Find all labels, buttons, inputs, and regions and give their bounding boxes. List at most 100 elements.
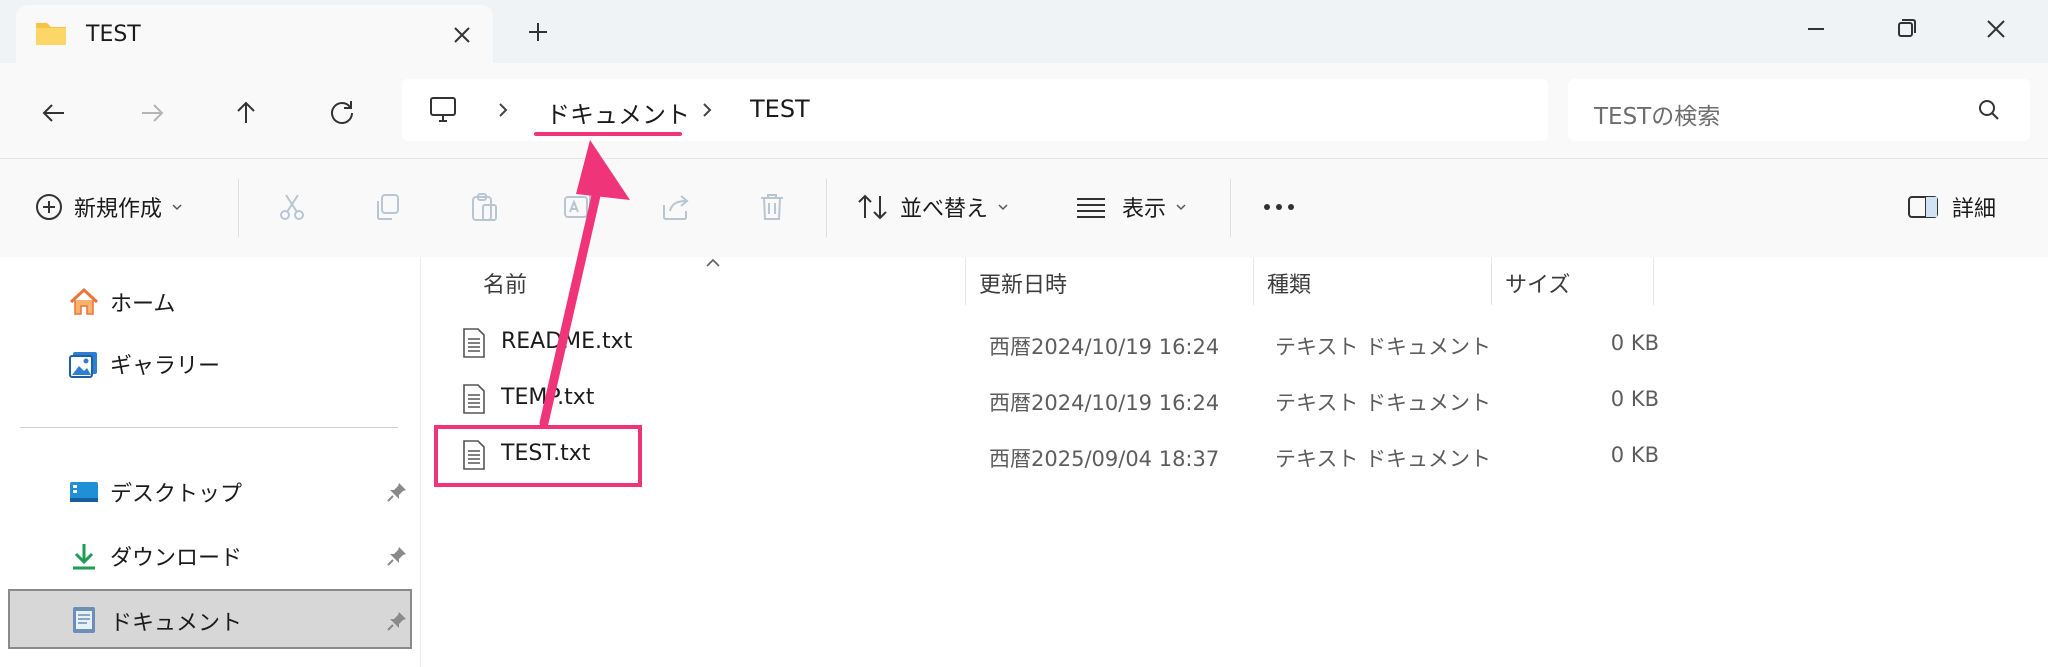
file-size: 0 KB xyxy=(1610,387,1659,411)
close-tab-button[interactable] xyxy=(444,17,480,53)
sidebar-item-label: デスクトップ xyxy=(110,482,243,507)
chevron-down-icon xyxy=(998,204,1008,211)
home-icon xyxy=(68,287,100,317)
copy-icon[interactable] xyxy=(372,191,404,223)
column-header-modified[interactable]: 更新日時 xyxy=(979,267,1067,299)
chevron-down-icon xyxy=(172,204,182,211)
up-arrow-icon xyxy=(237,101,255,123)
chevron-right-icon[interactable] xyxy=(698,97,716,123)
tab-title: TEST xyxy=(86,22,141,47)
file-size: 0 KB xyxy=(1610,443,1659,467)
refresh-icon xyxy=(331,101,353,124)
details-pane-button[interactable]: 詳細 xyxy=(1906,183,1996,231)
separator xyxy=(1230,179,1231,237)
command-bar: 新規作成 並べ替え 表示 詳細 xyxy=(0,158,2048,258)
pin-icon[interactable] xyxy=(386,610,408,632)
sidebar-item-label: ドキュメント xyxy=(110,611,243,636)
table-row[interactable]: TEMP.txt 西暦2024/10/19 16:24 テキスト ドキュメント … xyxy=(433,371,1673,427)
close-window-button[interactable] xyxy=(1976,11,2016,47)
sort-icon xyxy=(858,194,887,220)
column-divider[interactable] xyxy=(1253,257,1254,305)
sidebar-divider xyxy=(20,427,398,428)
annotation-underline xyxy=(534,132,682,136)
navigation-pane: ホーム ギャラリー デスクトップ ダウンロード ドキュメント xyxy=(0,257,420,667)
details-label: 詳細 xyxy=(1952,197,1997,222)
new-tab-button[interactable] xyxy=(520,14,556,50)
column-divider[interactable] xyxy=(1653,257,1654,305)
sidebar-item-downloads[interactable]: ダウンロード xyxy=(8,527,412,583)
share-icon[interactable] xyxy=(660,191,692,223)
desktop-icon xyxy=(68,477,100,507)
new-label: 新規作成 xyxy=(74,197,163,222)
close-icon xyxy=(1987,20,2005,38)
view-button[interactable]: 表示 xyxy=(1074,183,1188,231)
sidebar-item-documents[interactable]: ドキュメント xyxy=(8,589,412,649)
back-arrow-icon xyxy=(42,104,64,122)
title-bar: TEST xyxy=(0,0,2048,63)
forward-button[interactable] xyxy=(134,95,170,131)
sidebar-item-desktop[interactable]: デスクトップ xyxy=(8,463,412,519)
documents-icon xyxy=(68,605,100,635)
column-header-type[interactable]: 種類 xyxy=(1267,267,1311,299)
file-modified: 西暦2024/10/19 16:24 xyxy=(989,391,1220,415)
sidebar-item-label: ホーム xyxy=(110,292,176,317)
file-list: 名前 更新日時 種類 サイズ README.txt 西暦2024/10/19 1… xyxy=(421,257,2048,667)
file-name: README.txt xyxy=(501,329,633,354)
more-icon[interactable] xyxy=(1260,191,1298,223)
file-size: 0 KB xyxy=(1610,331,1659,355)
sidebar-item-gallery[interactable]: ギャラリー xyxy=(8,335,412,391)
breadcrumb-test[interactable]: TEST xyxy=(750,95,810,123)
annotation-highlight-box xyxy=(434,425,642,487)
up-button[interactable] xyxy=(228,95,264,131)
restore-button[interactable] xyxy=(1886,11,1926,47)
chevron-right-icon[interactable] xyxy=(494,97,512,123)
search-placeholder[interactable]: TESTの検索 xyxy=(1594,97,1720,131)
column-header-name[interactable]: 名前 xyxy=(483,267,527,299)
pin-icon[interactable] xyxy=(386,481,408,503)
gallery-icon xyxy=(68,349,100,379)
new-button[interactable]: 新規作成 xyxy=(34,183,184,231)
pin-icon[interactable] xyxy=(386,545,408,567)
plus-icon xyxy=(529,23,547,41)
download-icon xyxy=(68,541,100,571)
sort-button[interactable]: 並べ替え xyxy=(856,183,1010,231)
file-modified: 西暦2025/09/04 18:37 xyxy=(989,447,1220,471)
breadcrumb-documents[interactable]: ドキュメント xyxy=(546,95,690,130)
close-icon xyxy=(454,27,470,43)
tab-test[interactable]: TEST xyxy=(16,5,493,63)
text-file-icon xyxy=(461,327,487,359)
details-pane-icon xyxy=(1908,196,1938,218)
sidebar-item-label: ダウンロード xyxy=(110,546,243,571)
separator xyxy=(826,179,827,237)
back-button[interactable] xyxy=(36,95,72,131)
view-list-icon xyxy=(1077,198,1105,218)
cut-icon[interactable] xyxy=(276,191,308,223)
separator xyxy=(238,179,239,237)
column-divider[interactable] xyxy=(965,257,966,305)
search-icon[interactable] xyxy=(1976,97,2002,123)
restore-icon xyxy=(1898,19,1916,37)
paste-icon[interactable] xyxy=(468,191,500,223)
file-modified: 西暦2024/10/19 16:24 xyxy=(989,335,1220,359)
search-box[interactable]: TESTの検索 xyxy=(1568,79,2030,141)
rename-icon[interactable] xyxy=(562,191,594,223)
navigation-bar: ドキュメント TEST TESTの検索 xyxy=(0,63,2048,158)
chevron-down-icon xyxy=(1176,204,1186,211)
minimize-button[interactable] xyxy=(1796,11,1836,47)
column-header-size[interactable]: サイズ xyxy=(1505,267,1570,299)
add-circle-icon xyxy=(36,194,62,220)
folder-icon xyxy=(34,19,68,47)
sort-ascending-icon xyxy=(705,257,721,269)
forward-arrow-icon xyxy=(142,104,164,122)
file-name: TEMP.txt xyxy=(501,385,595,410)
table-row[interactable]: README.txt 西暦2024/10/19 16:24 テキスト ドキュメン… xyxy=(433,315,1673,371)
sort-label: 並べ替え xyxy=(900,197,989,222)
column-divider[interactable] xyxy=(1491,257,1492,305)
delete-icon[interactable] xyxy=(756,191,788,223)
refresh-button[interactable] xyxy=(324,95,360,131)
minimize-icon xyxy=(1808,28,1824,30)
computer-icon[interactable] xyxy=(428,95,458,125)
text-file-icon xyxy=(461,383,487,415)
view-label: 表示 xyxy=(1122,197,1167,222)
sidebar-item-home[interactable]: ホーム xyxy=(8,273,412,329)
